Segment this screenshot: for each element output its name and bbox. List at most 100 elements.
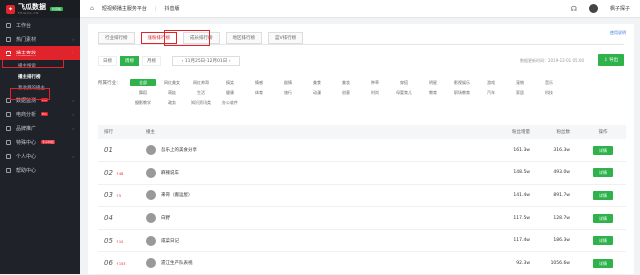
sub-item-2[interactable]: 我收藏的播主 [0,82,80,93]
industry-chip[interactable]: 动漫 [304,89,330,96]
table-row[interactable]: 01 吾乐上的美食分享 161.3w 316.3w 详情 [98,139,626,163]
industry-chip[interactable]: 美食 [304,79,330,86]
industry-chip[interactable]: 知识资讯类 [188,99,214,106]
anchor-name[interactable]: 遗江生产队表视 [161,260,193,266]
monitor-icon [6,97,11,103]
industry-chip[interactable]: 音乐 [536,79,562,86]
industry-chip[interactable]: 汽车 [478,89,504,96]
industry-chip[interactable]: 健康 [217,89,243,96]
sidebar-item-2[interactable]: 播主查找 ⌃ [0,46,80,60]
industry-chip[interactable]: 影视娱乐 [449,79,475,86]
anchor-name[interactable]: 麻辣说车 [161,170,179,176]
industry-chip[interactable]: 生活 [188,89,214,96]
sidebar-item-4[interactable]: 电商分析 Pro › [0,107,80,121]
export-button[interactable]: ⇩ 导出 [598,54,624,66]
industry-chip[interactable]: 美妆 [333,79,359,86]
industry-chip[interactable]: 时尚 [362,89,388,96]
sidebar-item-label: 数据监测 [16,97,37,104]
industry-chip[interactable]: 舞蹈 [130,89,156,96]
help-link[interactable]: 使用说明 [610,30,626,36]
home-icon[interactable]: ⌂ [90,5,94,12]
period-0[interactable]: 日榜 [98,56,117,66]
logo[interactable]: ✦ 飞瓜数据 FEIGUA.CN 抖音版 [0,0,80,18]
industry-chip[interactable]: 全部 [130,79,156,86]
fans-count: 891.7w [540,184,580,208]
industry-chip[interactable]: 政务 [159,99,185,106]
username[interactable]: 枫子探子 [610,5,630,12]
table-row[interactable]: 06 ↑153 遗江生产队表视 92.3w 1056.6w 详情 [98,251,626,275]
industry-chip[interactable]: 摄影教学 [130,99,156,106]
brand-sub: FEIGUA.CN [18,10,39,15]
avatar[interactable] [588,4,598,13]
detail-button[interactable]: 详情 [593,258,613,268]
industry-chip[interactable]: 搞笑 [217,79,243,86]
industry-chip[interactable]: 教育 [420,89,446,96]
next-icon[interactable]: › [229,59,231,64]
tab-4[interactable]: 蓝V排行榜 [268,32,304,44]
rank-change: ↑153 [115,262,126,267]
avatar[interactable] [146,190,156,201]
fans-count: 316.3w [540,139,580,163]
industry-chip[interactable]: 创意 [333,89,359,96]
industry-chip[interactable]: 穿搭 [391,79,417,86]
avatar[interactable] [146,213,156,224]
industry-chip[interactable]: 科技 [536,89,562,96]
detail-button[interactable]: 详情 [593,236,613,246]
industry-chip[interactable]: 体育 [246,89,272,96]
sidebar-item-3[interactable]: 数据监测 Pro › [0,93,80,107]
industry-chip[interactable]: 萌娃 [159,89,185,96]
anchor-name[interactable]: 吾乐上的美食分享 [161,147,197,153]
anchor-name[interactable]: 咸菜日记 [161,238,179,244]
industry-chip[interactable]: 宠物 [507,79,533,86]
industry-chip[interactable]: 情感 [246,79,272,86]
sub-item-1[interactable]: 播主排行榜 [0,71,80,82]
sidebar-item-8[interactable]: 帮助中心 [0,163,80,177]
sidebar-item-7[interactable]: 个人中心 › [0,149,80,163]
industry-chip[interactable]: 种草 [362,79,388,86]
detail-button[interactable]: 详情 [593,213,613,223]
industry-chip[interactable]: 网红美女 [159,79,185,86]
anchor-name[interactable]: 白野 [161,215,170,221]
detail-button[interactable]: 详情 [593,145,613,155]
industry-chip[interactable]: 明星 [420,79,446,86]
headset-icon[interactable]: ☊ [571,5,577,13]
fans-increase: 117.4w [480,229,540,253]
tab-3[interactable]: 地区排行榜 [225,32,262,44]
period-2[interactable]: 月榜 [142,56,161,66]
sub-item-0[interactable]: 播主搜索 [0,60,80,71]
period-1[interactable]: 周榜 [120,56,139,66]
table-row[interactable]: 02 ↑48 麻辣说车 148.5w 493.0w 详情 [98,161,626,185]
date-range-select[interactable]: ‹ 11月25日-12月01日 › [172,56,240,66]
tab-1[interactable]: 涨粉排行榜 [140,32,177,44]
sidebar-item-0[interactable]: 工作台 [0,18,80,32]
industry-chip[interactable]: 办公软件 [217,99,243,106]
avatar[interactable] [146,258,156,269]
table-row[interactable]: 04 白野 117.5w 128.7w 详情 [98,206,626,230]
prev-icon[interactable]: ‹ [181,59,183,64]
table-row[interactable]: 05 ↑10 咸菜日记 117.4w 186.3w 详情 [98,229,626,253]
tab-0[interactable]: 行业排行榜 [98,32,135,44]
header-fans[interactable]: 粉丝数 [540,125,580,139]
tab-2[interactable]: 成长排行榜 [183,32,220,44]
industry-chip[interactable]: 游戏 [478,79,504,86]
sidebar-item-6[interactable]: 特殊中心 专享特权 [0,135,80,149]
industry-chip[interactable]: 剧情 [275,79,301,86]
table-row[interactable]: 03 ↑5 来哥（搬运屋） 141.4w 891.7w 详情 [98,184,626,208]
industry-chip[interactable]: 母婴育儿 [391,89,417,96]
main-panel: 行业排行榜 涨粉排行榜 成长排行榜 地区排行榜 蓝V排行榜 使用说明 日榜 周榜 月榜 ‹ 1… [88,24,634,275]
anchor-name[interactable]: 来哥（搬运屋） [161,192,193,198]
detail-button[interactable]: 详情 [593,168,613,178]
avatar[interactable] [146,145,156,156]
header-increase[interactable]: 粉丝增量 [480,125,540,139]
industry-chip[interactable]: 职场教育 [449,89,475,96]
industry-chip[interactable]: 家居 [507,89,533,96]
chevron-icon: › [72,153,74,159]
industry-chip[interactable]: 网红帅哥 [188,79,214,86]
avatar[interactable] [146,235,156,246]
avatar[interactable] [146,167,156,178]
category-dropdown[interactable]: 抖音版 [165,5,180,12]
sidebar-item-5[interactable]: 品牌推广 › [0,121,80,135]
industry-chip[interactable]: 旅行 [275,89,301,96]
sidebar-item-1[interactable]: 热门素材 › [0,32,80,46]
detail-button[interactable]: 详情 [593,190,613,200]
